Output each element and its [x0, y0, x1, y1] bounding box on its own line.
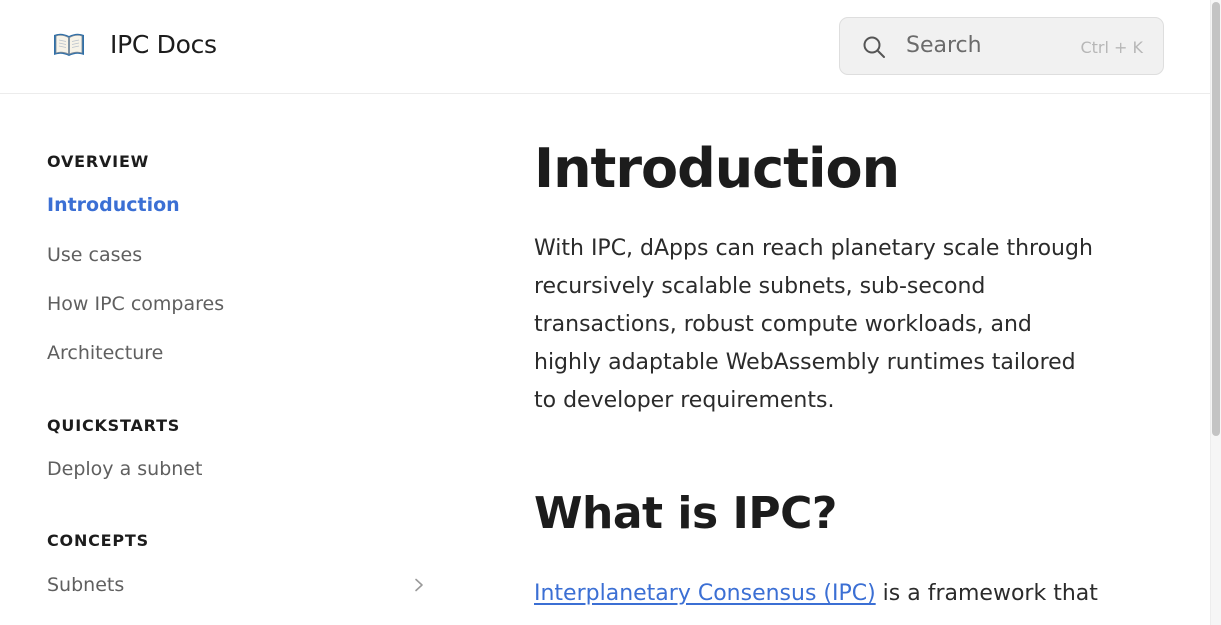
top-header: IPC Docs Search Ctrl + K — [0, 0, 1210, 94]
ipc-paragraph-text: is a framework that — [875, 581, 1098, 606]
search-input[interactable]: Search Ctrl + K — [839, 17, 1164, 75]
page-scrollbar[interactable] — [1210, 0, 1221, 625]
ipc-paragraph: Interplanetary Consensus (IPC) is a fram… — [534, 575, 1104, 613]
search-icon — [863, 36, 885, 58]
sidebar-item-subnets[interactable]: Subnets — [47, 574, 124, 596]
scrollbar-thumb[interactable] — [1212, 2, 1220, 436]
sidebar-heading-quickstarts: QUICKSTARTS — [47, 416, 181, 435]
sidebar-item-deploy-a-subnet[interactable]: Deploy a subnet — [47, 458, 202, 480]
sidebar-item-use-cases[interactable]: Use cases — [47, 244, 142, 266]
intro-paragraph: With IPC, dApps can reach planetary scal… — [534, 236, 1093, 413]
sidebar-heading-concepts: CONCEPTS — [47, 531, 149, 550]
search-placeholder: Search — [906, 33, 982, 58]
search-shortcut-hint: Ctrl + K — [1080, 38, 1143, 57]
site-title[interactable]: IPC Docs — [110, 30, 217, 59]
sidebar-item-architecture[interactable]: Architecture — [47, 342, 163, 364]
open-book-icon[interactable] — [52, 30, 86, 60]
sidebar-nav: OVERVIEW Introduction Use cases How IPC … — [0, 95, 480, 625]
sidebar-item-introduction[interactable]: Introduction — [47, 194, 180, 216]
sidebar-heading-overview: OVERVIEW — [47, 152, 150, 171]
chevron-right-icon[interactable] — [412, 578, 426, 592]
page-title: Introduction — [534, 137, 900, 200]
section-title-what-is-ipc: What is IPC? — [534, 488, 837, 539]
main-content: Introduction With IPC, dApps can reach p… — [534, 95, 1134, 625]
sidebar-item-how-ipc-compares[interactable]: How IPC compares — [47, 293, 224, 315]
ipc-docs-link[interactable]: Interplanetary Consensus (IPC) — [534, 581, 876, 606]
